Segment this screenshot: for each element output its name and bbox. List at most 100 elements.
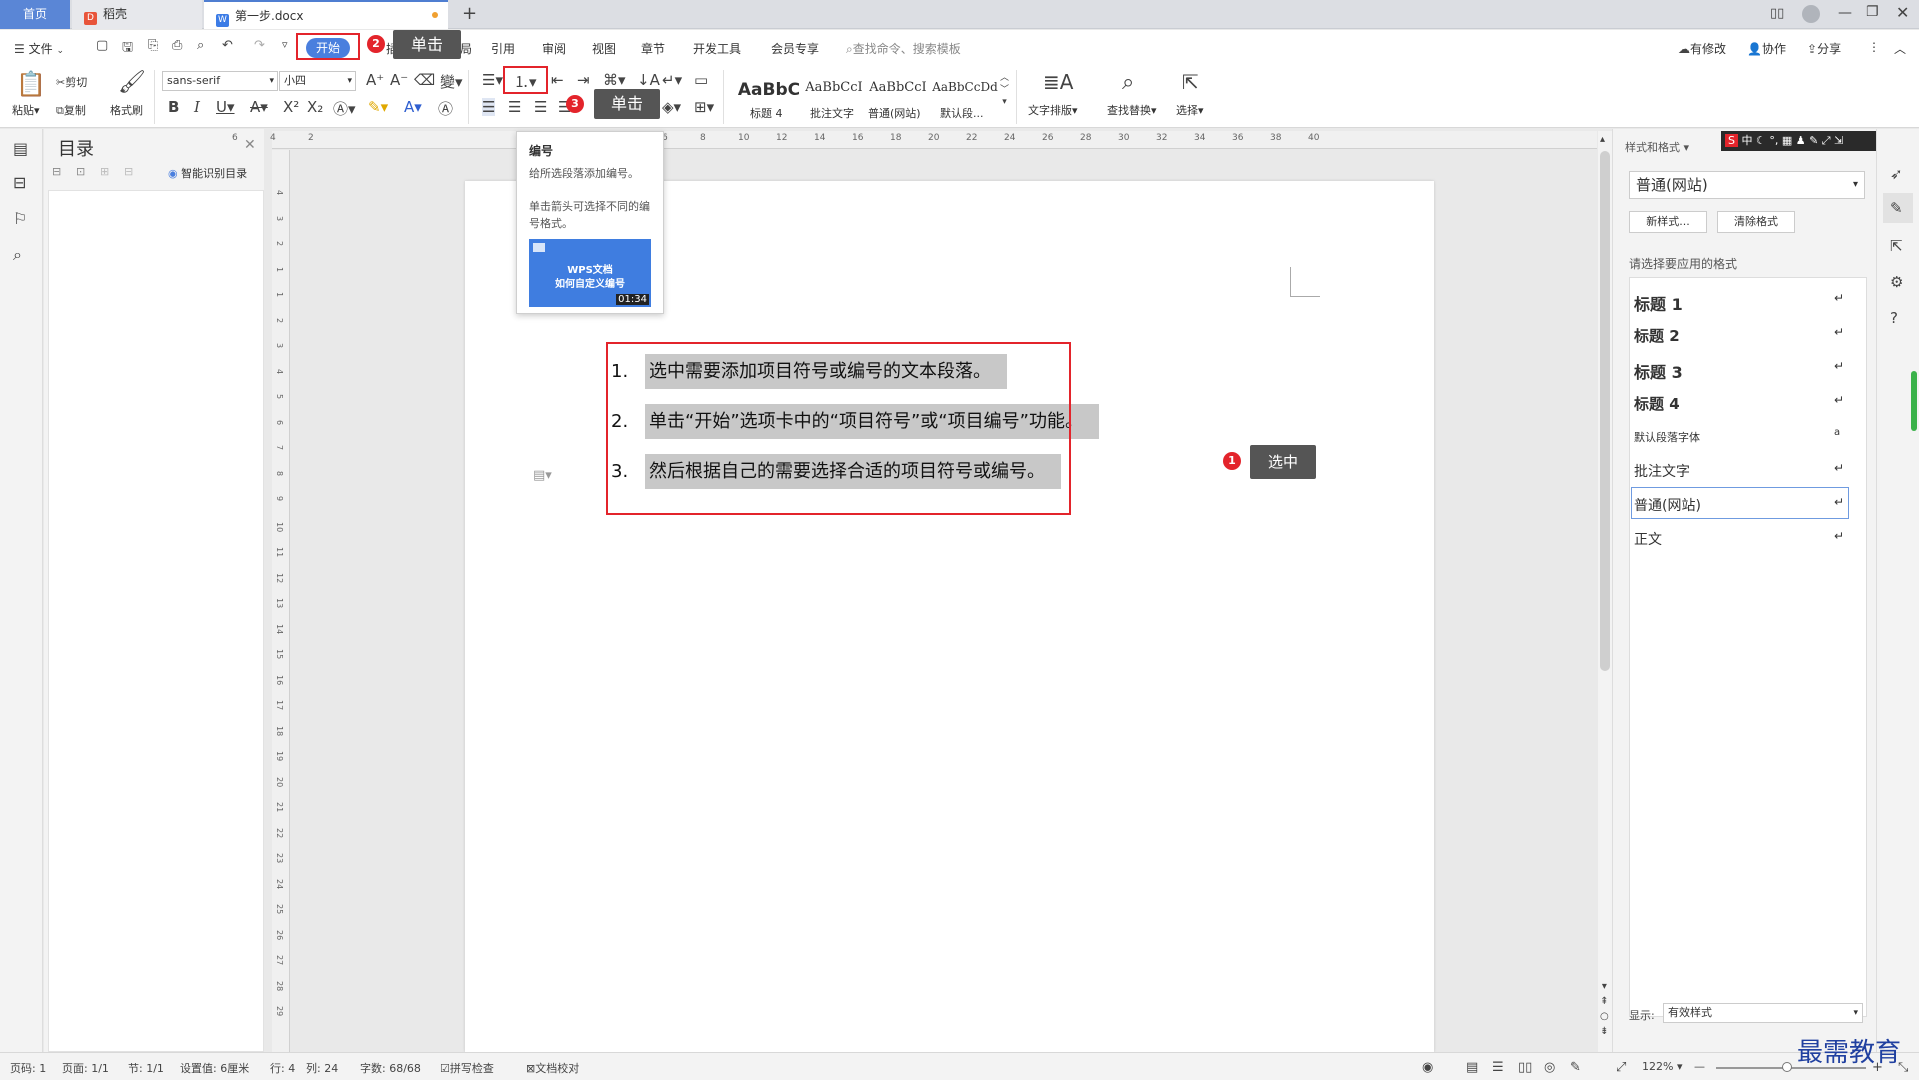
- command-search[interactable]: ⌕查找命令、搜索模板: [846, 40, 961, 57]
- write-view-icon[interactable]: ✎: [1570, 1060, 1581, 1075]
- more-menu-icon[interactable]: ⋮: [1868, 40, 1880, 54]
- spell-check-button[interactable]: ☑拼写检查: [440, 1060, 494, 1076]
- file-menu[interactable]: ☰ 文件 ⌄: [14, 40, 64, 57]
- expand-icon[interactable]: ⊡: [76, 165, 85, 178]
- pen-icon[interactable]: ✎: [1890, 199, 1903, 217]
- clear-format-icon[interactable]: ⌫: [414, 71, 435, 89]
- status-pages[interactable]: 页面: 1/1: [62, 1060, 109, 1076]
- bullet-list-icon[interactable]: ☰▾: [482, 71, 503, 89]
- style-item-heading4[interactable]: 标题 4: [1634, 393, 1680, 414]
- text-effect-icon[interactable]: Ⓐ▾: [333, 98, 356, 119]
- web-view-icon[interactable]: ◎: [1544, 1060, 1555, 1075]
- style-sample-normal-web[interactable]: AaBbCcI: [866, 80, 930, 95]
- cursor-icon[interactable]: ⇱: [1890, 237, 1903, 255]
- style-item-heading1[interactable]: 标题 1: [1634, 291, 1683, 315]
- zoom-slider-handle[interactable]: [1782, 1062, 1792, 1072]
- vertical-ruler[interactable]: 4 3 2 1 1 2 3 4 5 6 7 8 9 10 11 12 13 14 15 16 17 18 19 20 21 22 2…: [272, 150, 290, 1052]
- scrollbar-thumb[interactable]: [1600, 151, 1610, 671]
- undo-icon[interactable]: ↶: [222, 38, 233, 53]
- style-item-default-font[interactable]: 默认段落字体: [1634, 429, 1700, 445]
- collapse-ribbon-icon[interactable]: ︿: [1894, 40, 1906, 57]
- find-replace-button[interactable]: 查找替换▾: [1107, 102, 1157, 118]
- grow-font-icon[interactable]: A⁺: [366, 71, 384, 89]
- text-layout-button[interactable]: 文字排版▾: [1028, 102, 1078, 118]
- pinyin-icon[interactable]: 變▾: [440, 71, 463, 92]
- side-scroll-indicator[interactable]: [1911, 371, 1917, 431]
- close-icon[interactable]: ✕: [244, 137, 256, 153]
- document-scrollbar[interactable]: ▴ ▾ ⇞ ○ ⇟: [1598, 131, 1612, 1052]
- paragraph-handle-icon[interactable]: ▤▾: [533, 468, 552, 483]
- zoom-level[interactable]: 122% ▾: [1642, 1060, 1682, 1073]
- align-left-icon[interactable]: ☰: [482, 98, 496, 116]
- tab-chapter[interactable]: 章节: [641, 40, 665, 57]
- avatar[interactable]: [1802, 5, 1820, 23]
- fit-page-icon[interactable]: ⤢: [1616, 1060, 1626, 1075]
- new-style-button[interactable]: 新样式...: [1629, 211, 1707, 233]
- tab-developer[interactable]: 开发工具: [693, 40, 741, 57]
- tab-review[interactable]: 审阅: [542, 40, 566, 57]
- help-icon[interactable]: ?: [1890, 309, 1898, 327]
- paste-icon[interactable]: 📋: [16, 70, 46, 98]
- minimize-icon[interactable]: —: [1838, 5, 1852, 21]
- scroll-up-icon[interactable]: ▴: [1600, 134, 1605, 145]
- zoom-out-icon[interactable]: —: [1694, 1060, 1705, 1073]
- print-preview-icon[interactable]: ⌕: [197, 38, 204, 53]
- cut-button[interactable]: ✂剪切: [56, 74, 87, 90]
- tab-reference[interactable]: 引用: [491, 40, 515, 57]
- export-pdf-icon[interactable]: ⎘: [148, 38, 158, 53]
- shrink-font-icon[interactable]: A⁻: [390, 71, 408, 89]
- superscript-icon[interactable]: X²: [283, 98, 299, 116]
- style-item-comment[interactable]: 批注文字: [1634, 461, 1690, 481]
- table-tool-icon[interactable]: ▭: [694, 71, 708, 89]
- bold-icon[interactable]: B: [168, 98, 179, 116]
- format-painter-button[interactable]: 格式刷: [110, 102, 143, 118]
- style-sample-heading4[interactable]: AaBbC: [736, 80, 802, 100]
- tab-view[interactable]: 视图: [592, 40, 616, 57]
- paste-button[interactable]: 粘贴▾: [12, 102, 40, 118]
- reading-view-icon[interactable]: ▯▯: [1518, 1060, 1532, 1075]
- style-sample-default[interactable]: AaBbCcDd: [930, 80, 1000, 94]
- proofread-button[interactable]: ⊠文档校对: [526, 1060, 579, 1076]
- text-layout-icon[interactable]: ≣A: [1043, 70, 1073, 94]
- collab-button[interactable]: 👤协作: [1747, 40, 1786, 57]
- ime-toolbar[interactable]: S 中 ☾ °, ▦ ♟ ✎ ⤢ ⇲: [1721, 131, 1877, 151]
- sort-icon[interactable]: ↓A: [637, 71, 660, 89]
- tutorial-video-thumbnail[interactable]: WPS文档 如何自定义编号 01:34: [529, 239, 651, 307]
- status-page[interactable]: 页码: 1: [10, 1060, 46, 1076]
- settings-sliders-icon[interactable]: ⚙: [1890, 273, 1903, 291]
- horizontal-ruler[interactable]: 642246810121416182022242628303234363840: [232, 131, 1597, 149]
- outline-view-icon[interactable]: ☰: [1492, 1060, 1504, 1075]
- style-item-heading3[interactable]: 标题 3: [1634, 359, 1683, 383]
- increase-indent-icon[interactable]: ⇥: [577, 71, 590, 89]
- font-color-icon[interactable]: A▾: [404, 98, 422, 116]
- style-item-body[interactable]: 正文: [1634, 529, 1662, 549]
- new-tab-icon[interactable]: +: [462, 3, 477, 24]
- layout-switch-icon[interactable]: ▯▯: [1770, 6, 1784, 21]
- bookmark-icon[interactable]: ⚐: [13, 209, 27, 228]
- rocket-icon[interactable]: ➶: [1890, 165, 1903, 183]
- redo-icon[interactable]: ↷: [254, 38, 265, 53]
- format-painter-icon[interactable]: 🖌: [118, 70, 146, 95]
- style-gallery-scroll-icon[interactable]: ︿ ﹀ ▾: [1000, 72, 1009, 108]
- copy-button[interactable]: ⧉复制: [56, 102, 86, 118]
- new-doc-icon[interactable]: ▢: [96, 38, 108, 53]
- underline-icon[interactable]: U▾: [216, 98, 235, 116]
- chinese-layout-icon[interactable]: ⌘▾: [603, 71, 626, 89]
- char-border-icon[interactable]: Ⓐ: [438, 98, 453, 119]
- share-button[interactable]: ⇪分享: [1807, 40, 1841, 57]
- clear-format-button[interactable]: 清除格式: [1717, 211, 1795, 233]
- select-cursor-icon[interactable]: ⇱: [1182, 70, 1199, 94]
- restore-icon[interactable]: ❐: [1866, 4, 1879, 20]
- status-setting[interactable]: 设置值: 6厘米: [180, 1060, 249, 1076]
- print-icon[interactable]: ⎙: [172, 38, 182, 53]
- page-view-icon[interactable]: ▤: [1466, 1060, 1478, 1075]
- eye-protect-icon[interactable]: ◉: [1422, 1060, 1433, 1075]
- select-button[interactable]: 选择▾: [1176, 102, 1204, 118]
- font-name-select[interactable]: sans-serif ▾: [162, 71, 278, 91]
- font-size-select[interactable]: 小四 ▾: [279, 71, 356, 91]
- status-words[interactable]: 字数: 68/68: [360, 1060, 421, 1076]
- collapse-all-icon[interactable]: ⊟: [52, 165, 61, 178]
- style-item-heading2[interactable]: 标题 2: [1634, 325, 1680, 346]
- remove-heading-icon[interactable]: ⊟: [124, 165, 133, 178]
- styles-pane-header[interactable]: 样式和格式 ▾: [1625, 139, 1689, 155]
